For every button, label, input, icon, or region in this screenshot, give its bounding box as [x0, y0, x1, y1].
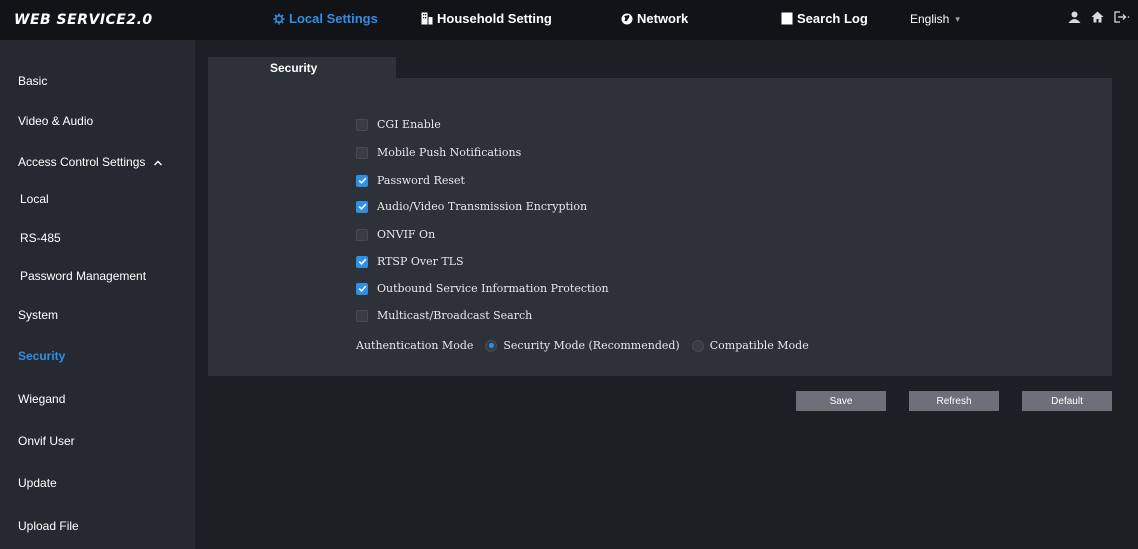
- security-panel: [208, 78, 1112, 376]
- sidebar-item-label: Upload File: [18, 519, 79, 533]
- language-select[interactable]: English ▾: [910, 12, 960, 26]
- gear-icon: [272, 12, 286, 26]
- radio-security-mode[interactable]: [485, 339, 498, 352]
- option-label: RTSP Over TLS: [377, 255, 464, 268]
- sidebar-item-label: Access Control Settings: [18, 155, 146, 169]
- sidebar-item-label: Password Management: [20, 269, 147, 283]
- sidebar-item-security[interactable]: Security: [18, 349, 65, 363]
- sidebar-item-label: Update: [18, 476, 57, 490]
- sidebar-item-system[interactable]: System: [18, 308, 58, 322]
- option-multicast-search[interactable]: Multicast/Broadcast Search: [356, 309, 532, 322]
- authentication-mode: Authentication Mode Security Mode (Recom…: [356, 339, 809, 352]
- option-mobile-push[interactable]: Mobile Push Notifications: [356, 146, 521, 159]
- chevron-down-icon: ▾: [955, 13, 960, 24]
- check-icon: [358, 258, 366, 266]
- sidebar-item-update[interactable]: Update: [18, 476, 57, 490]
- checkbox[interactable]: [356, 146, 368, 159]
- option-label: Outbound Service Information Protection: [377, 282, 609, 295]
- sidebar-item-label: Wiegand: [18, 392, 66, 406]
- option-cgi-enable[interactable]: CGI Enable: [356, 118, 441, 131]
- compatible-mode-label[interactable]: Compatible Mode: [710, 339, 809, 352]
- user-icon[interactable]: [1068, 11, 1081, 26]
- sidebar-item-onvif-user[interactable]: Onvif User: [18, 434, 75, 448]
- auth-mode-label: Authentication Mode: [356, 339, 474, 352]
- sidebar-item-access-control[interactable]: Access Control Settings: [18, 155, 163, 169]
- sidebar-item-label: Local: [20, 192, 49, 206]
- option-label: CGI Enable: [377, 118, 441, 131]
- sidebar-item-label: Onvif User: [18, 434, 75, 448]
- top-icons: [1068, 11, 1130, 26]
- sidebar-item-label: System: [18, 308, 59, 322]
- home-icon[interactable]: [1091, 11, 1104, 26]
- language-label: English: [910, 12, 950, 26]
- nav-search-log[interactable]: Search Log: [780, 11, 868, 26]
- top-bar: WEB SERVICE2.0 Local Settings Household …: [0, 0, 1138, 40]
- nav-local-settings[interactable]: Local Settings: [272, 11, 378, 26]
- option-label: Mobile Push Notifications: [377, 146, 522, 159]
- checkbox[interactable]: [356, 282, 368, 295]
- sidebar-item-wiegand[interactable]: Wiegand: [18, 392, 65, 406]
- checkbox[interactable]: [356, 200, 368, 213]
- nav-household-setting[interactable]: Household Setting: [420, 11, 552, 26]
- check-icon: [358, 203, 366, 211]
- refresh-button[interactable]: Refresh: [909, 391, 999, 411]
- save-button[interactable]: Save: [796, 391, 886, 411]
- document-icon: [780, 12, 794, 26]
- check-icon: [358, 177, 366, 185]
- radio-dot: [488, 343, 494, 348]
- default-button[interactable]: Default: [1022, 391, 1112, 411]
- checkbox[interactable]: [356, 118, 368, 131]
- security-mode-label[interactable]: Security Mode (Recommended): [503, 339, 679, 352]
- checkbox[interactable]: [356, 174, 368, 187]
- option-password-reset[interactable]: Password Reset: [356, 174, 465, 187]
- logout-icon[interactable]: [1114, 11, 1130, 26]
- nav-network-label: Network: [637, 11, 689, 26]
- option-label: Audio/Video Transmission Encryption: [377, 200, 588, 213]
- sidebar-item-label: Security: [18, 349, 66, 363]
- sidebar-item-upload-file[interactable]: Upload File: [18, 519, 79, 533]
- option-rtsp-over-tls[interactable]: RTSP Over TLS: [356, 255, 464, 268]
- chevron-up-icon: [153, 157, 163, 167]
- check-icon: [358, 285, 366, 293]
- sidebar-item-label: Video & Audio: [18, 114, 94, 128]
- option-onvif-on[interactable]: ONVIF On: [356, 228, 435, 241]
- nav-network[interactable]: Network: [620, 11, 688, 26]
- option-label: Multicast/Broadcast Search: [377, 309, 533, 322]
- sidebar-item-rs485[interactable]: RS-485: [20, 231, 61, 245]
- nav-local-settings-label: Local Settings: [289, 11, 378, 26]
- option-label: Password Reset: [377, 174, 465, 187]
- sidebar-item-label: Basic: [18, 74, 48, 88]
- app-logo: WEB SERVICE2.0: [14, 12, 153, 28]
- sidebar-item-basic[interactable]: Basic: [18, 74, 47, 88]
- nav-search-log-label: Search Log: [797, 11, 868, 26]
- sidebar-item-local[interactable]: Local: [20, 192, 49, 206]
- radio-compatible-mode[interactable]: [691, 339, 704, 352]
- sidebar-item-label: RS-485: [20, 231, 61, 245]
- option-av-encryption[interactable]: Audio/Video Transmission Encryption: [356, 200, 587, 213]
- checkbox[interactable]: [356, 228, 368, 241]
- option-label: ONVIF On: [377, 228, 436, 241]
- checkbox[interactable]: [356, 309, 368, 322]
- sidebar-item-video-audio[interactable]: Video & Audio: [18, 114, 93, 128]
- option-outbound-protection[interactable]: Outbound Service Information Protection: [356, 282, 609, 295]
- tab-security[interactable]: Security: [208, 57, 396, 78]
- building-icon: [420, 12, 434, 26]
- globe-icon: [620, 12, 634, 26]
- nav-household-label: Household Setting: [437, 11, 552, 26]
- sidebar-item-password-management[interactable]: Password Management: [20, 269, 146, 283]
- checkbox[interactable]: [356, 255, 368, 268]
